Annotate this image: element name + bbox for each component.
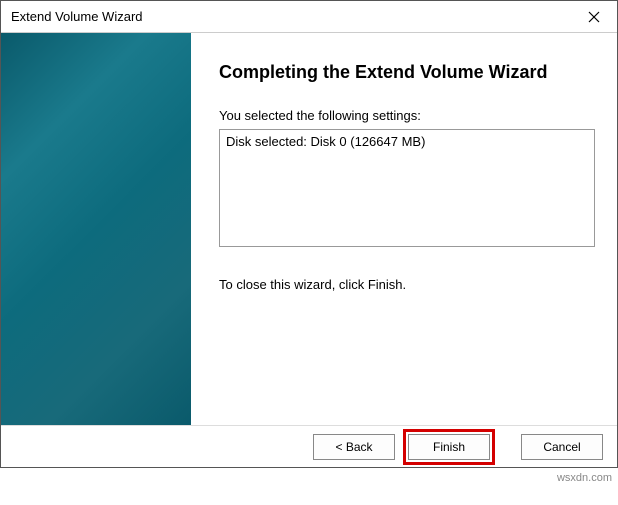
close-instruction-text: To close this wizard, click Finish.: [219, 277, 595, 292]
watermark-text: wsxdn.com: [557, 472, 612, 484]
finish-button[interactable]: Finish: [408, 434, 490, 460]
settings-summary-line: Disk selected: Disk 0 (126647 MB): [226, 134, 588, 149]
settings-label: You selected the following settings:: [219, 108, 595, 123]
wizard-window: Extend Volume Wizard Completing the Exte…: [0, 0, 618, 468]
settings-summary-box: Disk selected: Disk 0 (126647 MB): [219, 129, 595, 247]
cancel-button[interactable]: Cancel: [521, 434, 603, 460]
window-title: Extend Volume Wizard: [11, 9, 143, 24]
close-button[interactable]: [571, 1, 617, 33]
wizard-body: Completing the Extend Volume Wizard You …: [1, 33, 617, 425]
finish-highlight: Finish: [403, 429, 495, 465]
titlebar: Extend Volume Wizard: [1, 1, 617, 33]
wizard-sidebar-graphic: [1, 33, 191, 425]
wizard-footer: < Back Finish Cancel: [1, 425, 617, 467]
close-icon: [588, 11, 600, 23]
wizard-content: Completing the Extend Volume Wizard You …: [191, 33, 617, 425]
back-button[interactable]: < Back: [313, 434, 395, 460]
page-title: Completing the Extend Volume Wizard: [219, 61, 595, 84]
